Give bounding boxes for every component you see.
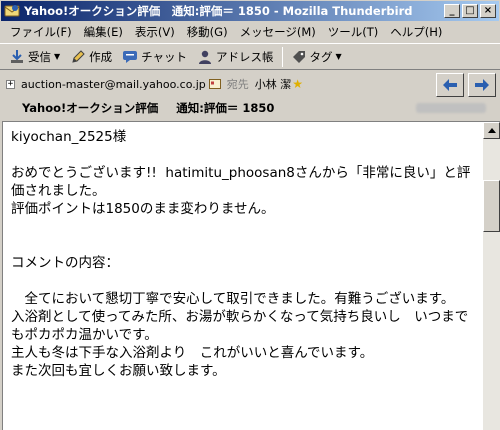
close-button[interactable]: × [480,4,496,18]
minimize-button[interactable]: _ [444,4,460,18]
thunderbird-icon [4,5,20,17]
reply-button[interactable] [436,73,464,97]
vcard-icon[interactable] [208,78,221,90]
menu-file[interactable]: ファイル(F) [4,24,78,40]
message-body: kiyochan_2525様 おめでとうございます!! hatimitu_pho… [11,129,471,379]
scroll-thumb[interactable] [483,180,500,232]
vertical-scrollbar[interactable] [483,122,500,430]
tag-button[interactable]: タグ ▼ [286,46,347,68]
tag-label: タグ [309,49,333,64]
address-book-label: アドレス帳 [216,49,274,64]
forward-icon [475,79,489,91]
expand-header-icon[interactable]: + [6,79,15,89]
subject-line: Yahoo!オークション評価 通知:評価＝ 1850 [22,100,288,116]
chat-button[interactable]: チャット [117,46,192,68]
receive-button[interactable]: 受信 ▼ [4,46,65,68]
chevron-down-icon[interactable]: ▼ [54,52,60,61]
pencil-icon [72,49,85,63]
chevron-down-icon[interactable]: ▼ [336,52,342,61]
star-icon[interactable]: ★ [292,77,303,91]
recipient-name[interactable]: 小林 潔 [255,76,292,92]
menu-help[interactable]: ヘルプ(H) [384,24,448,40]
message-header: + auction-master@mail.yahoo.co.jp 宛先 小林 … [0,71,500,121]
address-book-button[interactable]: アドレス帳 [192,46,279,68]
compose-label: 作成 [89,49,113,64]
navigation-buttons [432,73,496,97]
chat-icon [123,50,138,63]
window-controls: _ □ × [442,4,496,18]
menu-bar: ファイル(F) 編集(E) 表示(V) 移動(G) メッセージ(M) ツール(T… [0,22,500,42]
title-bar: Yahoo!オークション評価 通知:評価＝ 1850 - Mozilla Thu… [0,0,500,22]
menu-view[interactable]: 表示(V) [129,24,181,40]
tag-icon [292,50,305,63]
receive-mail-icon [11,49,23,63]
menu-message[interactable]: メッセージ(M) [234,24,322,40]
receive-label: 受信 [28,49,51,64]
toolbar-separator [281,46,283,67]
menu-tools[interactable]: ツール(T) [322,24,385,40]
subject-part-2: 通知:評価＝ 1850 [176,101,275,115]
scroll-up-icon [487,128,496,133]
forward-button[interactable] [468,73,496,97]
recipient-label: 宛先 [226,78,249,91]
contact-icon [199,50,212,64]
sender-row: + auction-master@mail.yahoo.co.jp 宛先 小林 … [6,75,303,93]
maximize-button[interactable]: □ [462,4,478,18]
reply-icon [443,79,457,91]
date-field [416,103,486,113]
menu-edit[interactable]: 編集(E) [78,24,129,40]
subject-part-1: Yahoo!オークション評価 [22,101,159,115]
scroll-up-button[interactable] [483,122,500,139]
menu-go[interactable]: 移動(G) [181,24,234,40]
chat-label: チャット [141,49,188,64]
sender-address[interactable]: auction-master@mail.yahoo.co.jp [21,78,206,91]
main-toolbar: 受信 ▼ 作成 チャット アドレス帳 タグ ▼ [0,43,500,70]
window-title: Yahoo!オークション評価 通知:評価＝ 1850 - Mozilla Thu… [24,4,413,18]
compose-button[interactable]: 作成 [65,46,117,68]
message-body-pane[interactable]: kiyochan_2525様 おめでとうございます!! hatimitu_pho… [2,121,500,430]
